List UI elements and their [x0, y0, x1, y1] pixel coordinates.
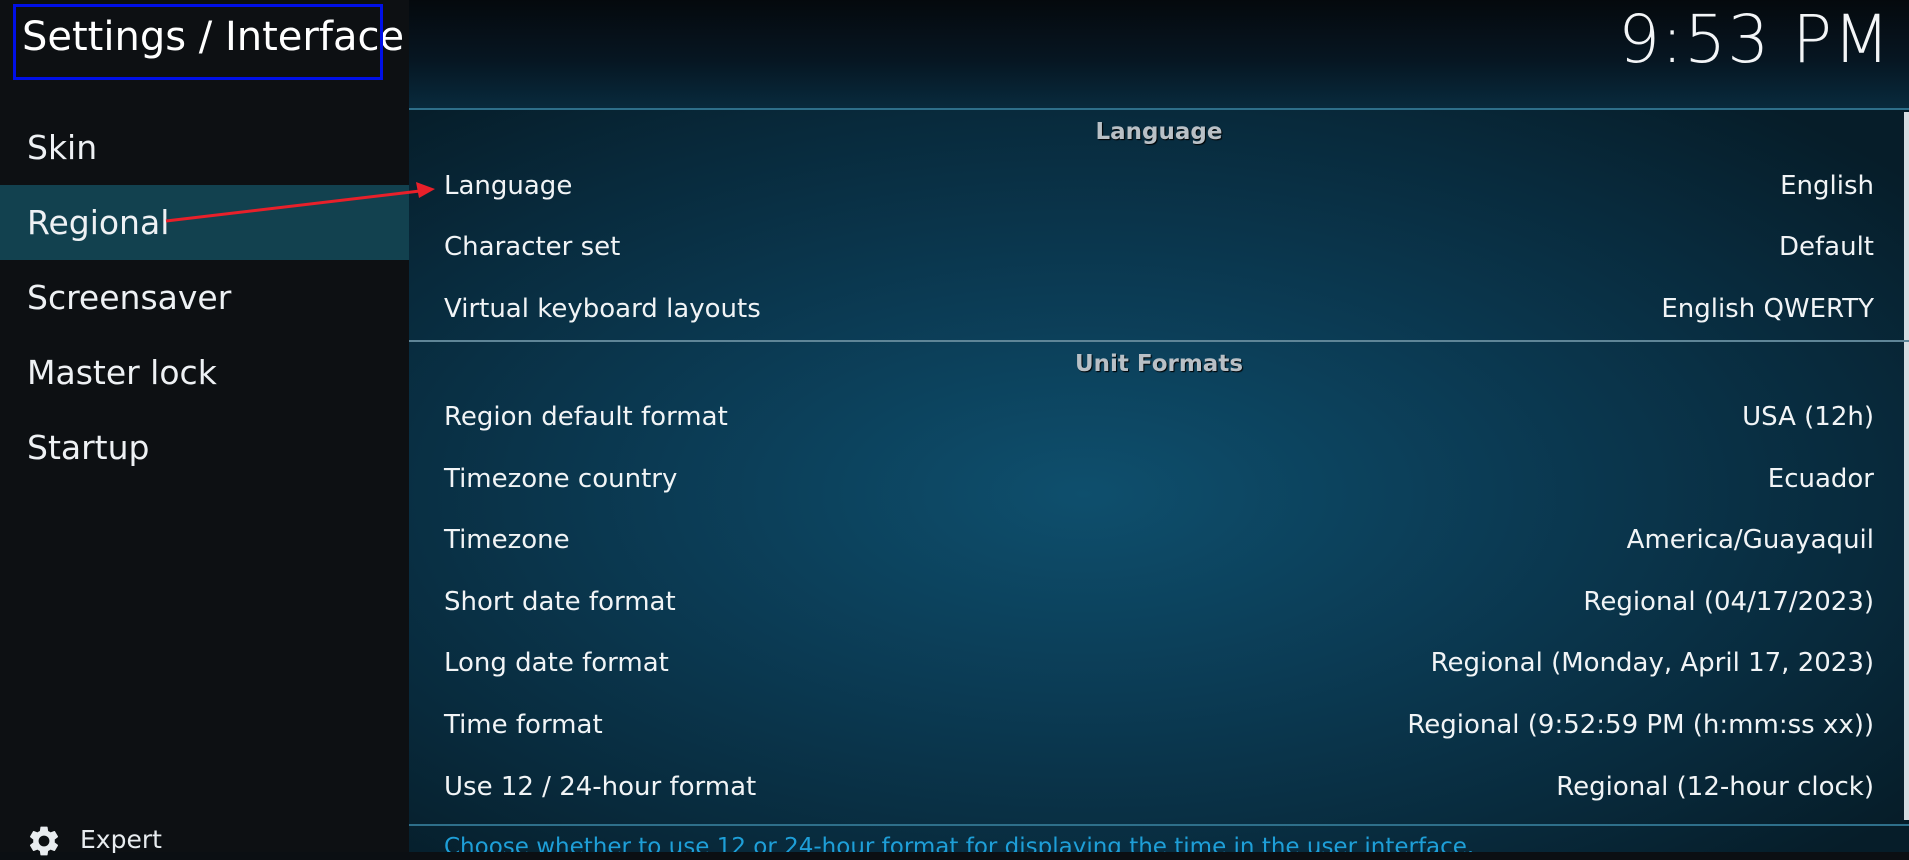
sidebar-item-label: Master lock	[27, 353, 217, 392]
scrollbar[interactable]	[1904, 112, 1909, 820]
setting-value: Regional (9:52:59 PM (h:mm:ss xx))	[1407, 710, 1874, 740]
top-divider	[409, 108, 1909, 110]
setting-timezone-country[interactable]: Timezone country Ecuador	[444, 454, 1874, 504]
bottom-divider	[409, 824, 1909, 826]
setting-label: Short date format	[444, 587, 676, 617]
setting-language[interactable]: Language English	[444, 161, 1874, 211]
setting-label: Region default format	[444, 402, 728, 432]
sidebar-item-master-lock[interactable]: Master lock	[0, 335, 409, 410]
sidebar-item-screensaver[interactable]: Screensaver	[0, 260, 409, 335]
setting-region-default-format[interactable]: Region default format USA (12h)	[444, 392, 1874, 442]
section-header-unit-formats: Unit Formats	[1074, 351, 1244, 377]
setting-value: Default	[1779, 232, 1874, 262]
setting-time-format[interactable]: Time format Regional (9:52:59 PM (h:mm:s…	[444, 700, 1874, 750]
setting-label: Virtual keyboard layouts	[444, 294, 761, 324]
setting-value: America/Guayaquil	[1626, 525, 1874, 555]
setting-virtual-keyboard-layouts[interactable]: Virtual keyboard layouts English QWERTY	[444, 284, 1874, 334]
setting-character-set[interactable]: Character set Default	[444, 222, 1874, 272]
title-highlight-box	[13, 4, 383, 80]
setting-value: Regional (12-hour clock)	[1556, 772, 1874, 802]
setting-label: Language	[444, 171, 573, 201]
expert-label: Expert	[80, 825, 162, 854]
setting-long-date-format[interactable]: Long date format Regional (Monday, April…	[444, 638, 1874, 688]
section-divider	[409, 340, 1909, 342]
sidebar-item-label: Startup	[27, 428, 150, 467]
setting-value: English QWERTY	[1661, 294, 1874, 324]
sidebar-item-label: Screensaver	[27, 278, 232, 317]
setting-value: USA (12h)	[1742, 402, 1874, 432]
section-header-language: Language	[1095, 119, 1223, 145]
gear-icon	[29, 826, 59, 856]
setting-12-24-hour-format[interactable]: Use 12 / 24-hour format Regional (12-hou…	[444, 762, 1874, 812]
settings-panel: 9:53 PM Language Language English Charac…	[409, 0, 1909, 852]
sidebar: Settings / Interface Skin Regional Scree…	[0, 0, 409, 856]
sidebar-item-startup[interactable]: Startup	[0, 410, 409, 485]
setting-label: Time format	[444, 710, 603, 740]
sidebar-menu: Skin Regional Screensaver Master lock St…	[0, 110, 409, 485]
expert-level-button[interactable]: Expert	[26, 820, 162, 860]
setting-timezone[interactable]: Timezone America/Guayaquil	[444, 515, 1874, 565]
setting-label: Long date format	[444, 648, 669, 678]
sidebar-item-regional[interactable]: Regional	[0, 185, 409, 260]
sidebar-item-label: Regional	[27, 203, 170, 242]
clock: 9:53 PM	[1618, 1, 1891, 78]
setting-value: Regional (04/17/2023)	[1583, 587, 1874, 617]
setting-label: Timezone country	[444, 464, 678, 494]
setting-description: Choose whether to use 12 or 24-hour form…	[444, 834, 1475, 852]
setting-value: English	[1780, 171, 1874, 201]
setting-label: Character set	[444, 232, 621, 262]
setting-label: Timezone	[444, 525, 570, 555]
setting-label: Use 12 / 24-hour format	[444, 772, 757, 802]
sidebar-item-skin[interactable]: Skin	[0, 110, 409, 185]
sidebar-item-label: Skin	[27, 128, 98, 167]
setting-value: Ecuador	[1767, 464, 1874, 494]
top-bar: 9:53 PM	[409, 0, 1909, 110]
setting-value: Regional (Monday, April 17, 2023)	[1430, 648, 1874, 678]
setting-short-date-format[interactable]: Short date format Regional (04/17/2023)	[444, 577, 1874, 627]
